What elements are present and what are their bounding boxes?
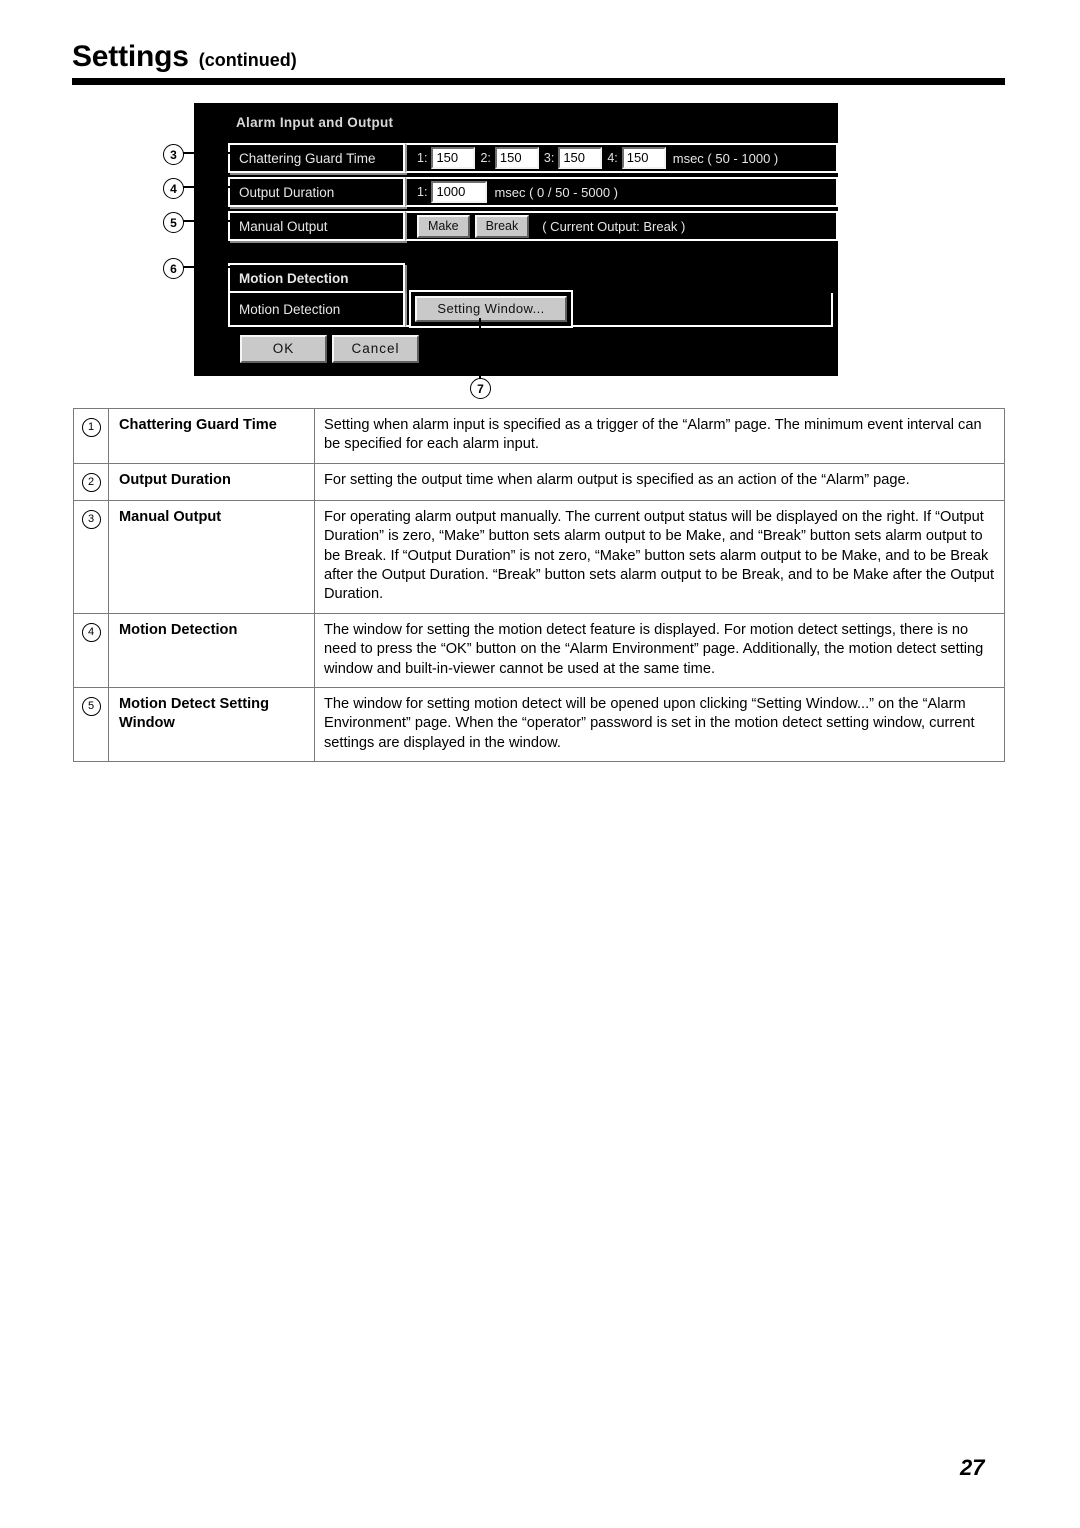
row-chattering-guard-time: Chattering Guard Time 1: 150 2: 150 3: 1… (228, 143, 838, 173)
current-output-status: ( Current Output: Break ) (542, 218, 686, 234)
page-header: Settings (continued) (72, 40, 1005, 80)
table-row: 5 Motion Detect Setting Window The windo… (73, 687, 1005, 763)
row-term-cell: Motion Detect Setting Window (108, 687, 315, 763)
callout-leader-3 (182, 152, 232, 154)
callout-leader-4 (182, 186, 232, 188)
chattering-field-3-index: 3: (543, 151, 555, 165)
row-number-badge: 1 (81, 418, 101, 437)
value-motion-detection: Setting Window... (405, 290, 833, 328)
row-term-cell: Motion Detection (108, 612, 315, 689)
label-motion-detection: Motion Detection (228, 293, 405, 327)
ok-button[interactable]: OK (240, 335, 327, 363)
row-number-badge: 4 (81, 622, 101, 642)
chattering-input-1[interactable]: 150 (431, 147, 476, 169)
dialog-footer-buttons: OK Cancel (240, 335, 419, 363)
chattering-field-1-index: 1: (417, 151, 428, 165)
chattering-field-4-index: 4: (607, 151, 618, 165)
chattering-unit-range: msec ( 50 - 1000 ) (672, 150, 779, 166)
row-motion-detection-header: Motion Detection (228, 263, 405, 293)
callout-leader-7 (479, 318, 481, 380)
row-number-cell: 4 (73, 612, 109, 689)
page-title-sub: (continued) (198, 50, 297, 70)
row-number-cell: 2 (73, 462, 109, 501)
row-motion-detection: Motion Detection Setting Window... (228, 290, 833, 328)
chattering-input-3[interactable]: 150 (558, 147, 603, 169)
value-output-duration: 1: 1000 msec ( 0 / 50 - 5000 ) (405, 177, 838, 207)
chattering-input-4[interactable]: 150 (621, 147, 666, 169)
output-duration-input-1[interactable]: 1000 (431, 181, 488, 203)
table-row: 4 Motion Detection The window for settin… (73, 612, 1005, 689)
page-title-main: Settings (72, 40, 189, 73)
chattering-field-2[interactable]: 2: 150 (480, 147, 539, 169)
make-button[interactable]: Make (417, 214, 470, 238)
output-duration-field-1-index: 1: (417, 185, 428, 199)
callout-marker-7: 7 (470, 378, 491, 399)
row-output-duration: Output Duration 1: 1000 msec ( 0 / 50 - … (228, 177, 838, 207)
table-row: 2 Output Duration For setting the output… (73, 462, 1005, 501)
row-term-cell: Chattering Guard Time (108, 408, 315, 464)
row-description-cell: The window for setting motion detect wil… (314, 687, 1005, 763)
callout-marker-5: 5 (163, 212, 184, 233)
row-number-cell: 1 (73, 408, 109, 464)
callout-marker-6: 6 (163, 258, 184, 279)
table-row: 3 Manual Output For operating alarm outp… (73, 499, 1005, 614)
chattering-field-4[interactable]: 4: 150 (607, 147, 666, 169)
callout-marker-3: 3 (163, 144, 184, 165)
break-button[interactable]: Break (474, 214, 530, 238)
value-manual-output: Make Break ( Current Output: Break ) (405, 211, 838, 241)
chattering-field-2-index: 2: (480, 151, 491, 165)
value-chattering-guard-time: 1: 150 2: 150 3: 150 4: 150 msec ( 50 - … (405, 143, 838, 173)
setting-window-highlight-box: Setting Window... (409, 290, 573, 328)
cancel-button[interactable]: Cancel (332, 335, 419, 363)
row-term-cell: Manual Output (108, 499, 315, 614)
row-number-cell: 3 (73, 499, 109, 614)
row-number-badge: 3 (81, 509, 101, 529)
callout-leader-5 (182, 220, 232, 222)
chattering-field-1[interactable]: 1: 150 (417, 147, 476, 169)
table-row: 1 Chattering Guard Time Setting when ala… (73, 408, 1005, 464)
row-description-cell: The window for setting the motion detect… (314, 612, 1005, 689)
label-motion-detection-header: Motion Detection (228, 263, 405, 293)
settings-description-table: 1 Chattering Guard Time Setting when ala… (73, 408, 1005, 763)
dialog-group-title: Alarm Input and Output (236, 115, 394, 130)
row-description-cell: For setting the output time when alarm o… (314, 462, 1005, 501)
label-manual-output: Manual Output (228, 211, 405, 241)
alarm-settings-dialog: Alarm Input and Output Chattering Guard … (194, 103, 838, 376)
chattering-field-3[interactable]: 3: 150 (543, 147, 603, 169)
chattering-input-2[interactable]: 150 (494, 147, 539, 169)
row-number-cell: 5 (73, 687, 109, 763)
row-number-badge: 2 (81, 472, 101, 492)
header-divider-rule (72, 78, 1005, 85)
page-title: Settings (continued) (72, 40, 1005, 80)
output-duration-field-1[interactable]: 1: 1000 (417, 181, 488, 203)
row-number-badge: 5 (81, 697, 101, 717)
callout-marker-4: 4 (163, 178, 184, 199)
label-chattering-guard-time: Chattering Guard Time (228, 143, 405, 173)
setting-window-button[interactable]: Setting Window... (415, 296, 567, 322)
description-table-body: 1 Chattering Guard Time Setting when ala… (73, 408, 1005, 763)
label-output-duration: Output Duration (228, 177, 405, 207)
callout-leader-6 (182, 266, 232, 268)
page-number: 27 (960, 1455, 985, 1480)
row-manual-output: Manual Output Make Break ( Current Outpu… (228, 211, 838, 241)
row-description-cell: For operating alarm output manually. The… (314, 499, 1005, 614)
output-duration-unit-range: msec ( 0 / 50 - 5000 ) (494, 184, 618, 200)
row-term-cell: Output Duration (108, 462, 315, 501)
row-description-cell: Setting when alarm input is specified as… (314, 408, 1005, 464)
